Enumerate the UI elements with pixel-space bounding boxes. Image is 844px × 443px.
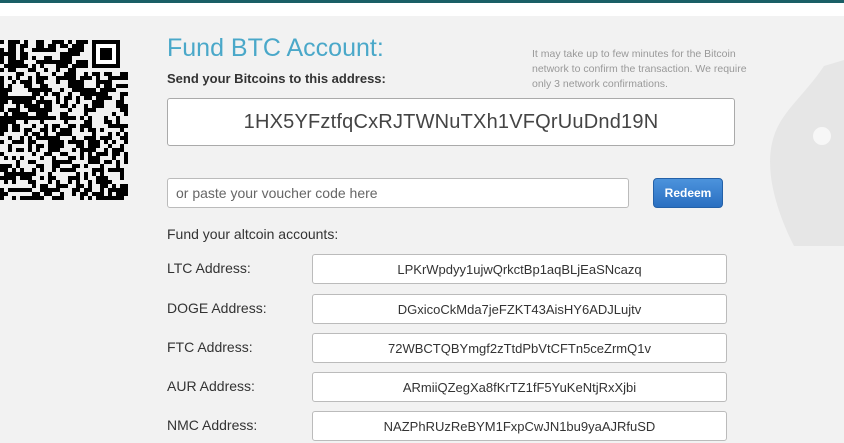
nmc-address-field[interactable]: NAZPhRUzReBYM1FxpCwJN1bu9yaAJRfuSD	[312, 411, 727, 441]
btc-address-field[interactable]: 1HX5YFztfqCxRJTWNuTXh1VFQrUuDnd19N	[167, 98, 735, 146]
ftc-address-row: FTC Address: 72WBCTQBYmgf2zTtdPbVtCFTn5c…	[167, 333, 727, 363]
ltc-address-row: LTC Address: LPKrWpdyy1ujwQrkctBp1aqBLjE…	[167, 254, 727, 284]
send-address-subtitle: Send your Bitcoins to this address:	[167, 71, 386, 86]
doge-address-row: DOGE Address: DGxicoCkMda7jeFZKT43AisHY6…	[167, 294, 727, 324]
doge-address-field[interactable]: DGxicoCkMda7jeFZKT43AisHY6ADJLujtv	[312, 294, 727, 324]
nmc-address-label: NMC Address:	[167, 417, 258, 433]
aur-address-row: AUR Address: ARmiiQZegXa8fKrTZ1fF5YuKeNt…	[167, 372, 727, 402]
aur-address-field[interactable]: ARmiiQZegXa8fKrTZ1fF5YuKeNtjRxXjbi	[312, 372, 727, 402]
nmc-address-row: NMC Address: NAZPhRUzReBYM1FxpCwJN1bu9ya…	[167, 411, 727, 441]
redeem-button[interactable]: Redeem	[653, 178, 723, 208]
doge-address-label: DOGE Address:	[167, 300, 267, 316]
aur-address-label: AUR Address:	[167, 378, 255, 394]
mascot-icon	[770, 60, 844, 246]
ftc-address-label: FTC Address:	[167, 339, 253, 355]
voucher-code-input[interactable]	[167, 178, 629, 208]
qr-code-icon	[0, 40, 128, 200]
top-bar	[0, 0, 844, 16]
page-title: Fund BTC Account:	[167, 34, 384, 62]
ltc-address-label: LTC Address:	[167, 260, 251, 276]
confirmation-note: It may take up to few minutes for the Bi…	[532, 48, 747, 90]
altcoin-heading: Fund your altcoin accounts:	[167, 226, 339, 242]
ftc-address-field[interactable]: 72WBCTQBYmgf2zTtdPbVtCFTn5ceZrmQ1v	[312, 333, 727, 363]
ltc-address-field[interactable]: LPKrWpdyy1ujwQrkctBp1aqBLjEaSNcazq	[312, 254, 727, 284]
top-accent-line	[0, 0, 844, 3]
